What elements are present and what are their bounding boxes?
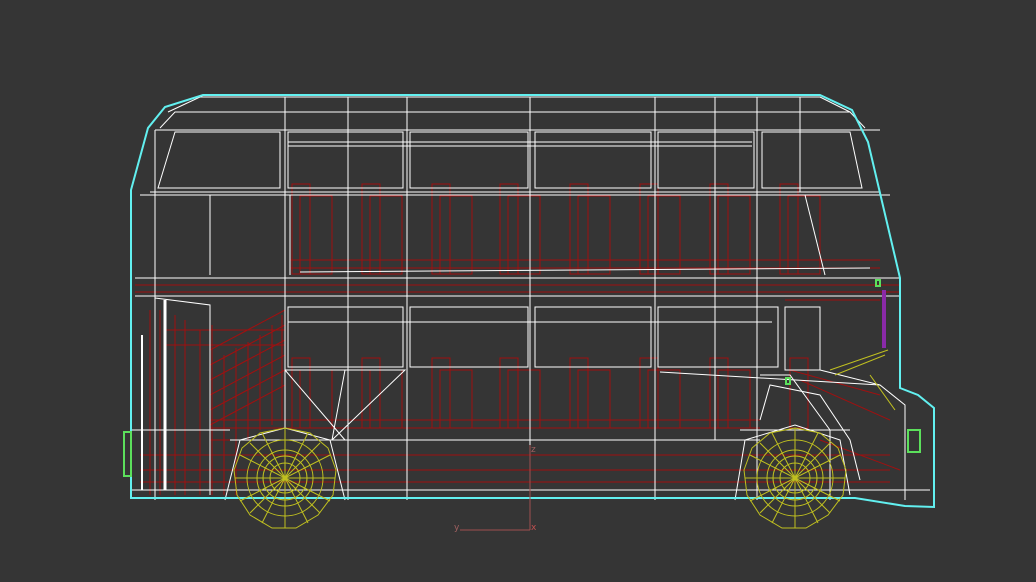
axis-gizmo: z y x — [454, 445, 537, 533]
gizmo-y-label: y — [454, 523, 460, 533]
rear-wheel — [233, 427, 337, 529]
lower-deck-seats — [291, 357, 809, 429]
gizmo-z-label: z — [531, 445, 536, 455]
steering-wheel — [829, 349, 896, 411]
body-wireframe — [130, 96, 930, 501]
lower-deck-windows — [287, 306, 821, 371]
front-wheel — [743, 427, 847, 529]
gizmo-x-label: x — [531, 523, 537, 533]
indicator-light — [785, 377, 791, 385]
side-marker-light — [875, 279, 881, 287]
viewport-canvas[interactable]: z y x — [0, 0, 1036, 582]
upper-deck-windows — [157, 131, 863, 189]
rear-light — [123, 431, 132, 477]
3d-viewport[interactable]: z y x — [0, 0, 1036, 582]
headlight — [907, 429, 921, 453]
